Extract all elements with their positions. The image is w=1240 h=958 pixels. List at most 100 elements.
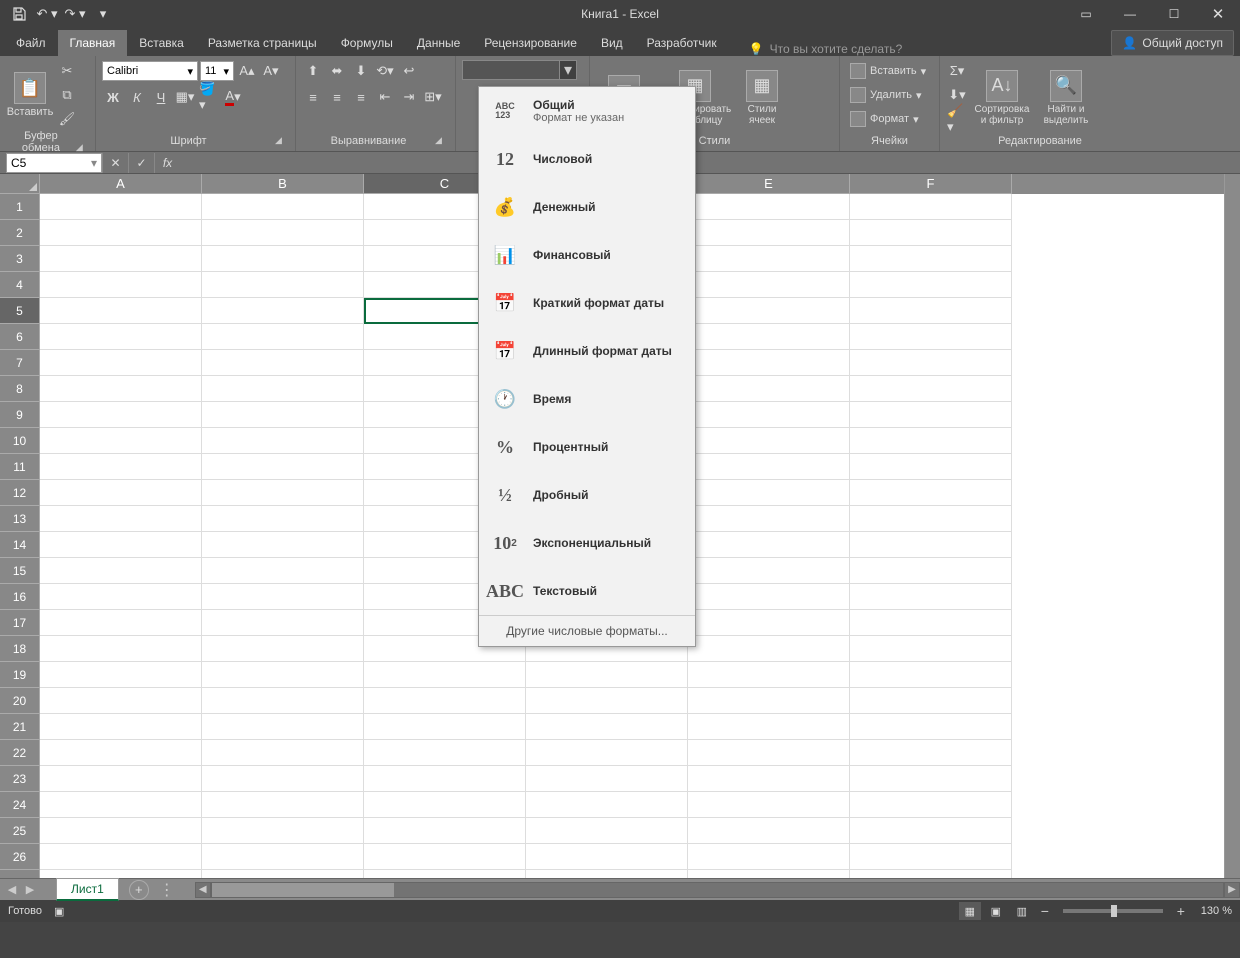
row-header[interactable]: 7: [0, 350, 40, 376]
row-header[interactable]: 3: [0, 246, 40, 272]
cell[interactable]: [850, 792, 1012, 818]
cell[interactable]: [850, 714, 1012, 740]
cell[interactable]: [364, 818, 526, 844]
indent-decrease-icon[interactable]: ⇤: [374, 86, 396, 108]
delete-cells-button[interactable]: Удалить ▾: [846, 84, 933, 106]
save-icon[interactable]: [6, 3, 32, 25]
cell[interactable]: [202, 662, 364, 688]
cell[interactable]: [202, 844, 364, 870]
sort-filter-button[interactable]: A↓ Сортировка и фильтр: [970, 60, 1034, 135]
tab-главная[interactable]: Главная: [58, 30, 128, 56]
number-format-item[interactable]: ½Дробный: [479, 471, 695, 519]
cell[interactable]: [850, 272, 1012, 298]
column-header[interactable]: F: [850, 174, 1012, 194]
column-header[interactable]: E: [688, 174, 850, 194]
cell[interactable]: [850, 584, 1012, 610]
row-header[interactable]: 26: [0, 844, 40, 870]
cell[interactable]: [688, 402, 850, 428]
align-top-icon[interactable]: ⬆: [302, 60, 324, 82]
font-name-combo[interactable]: Calibri▾: [102, 61, 198, 81]
cell[interactable]: [40, 272, 202, 298]
italic-icon[interactable]: К: [126, 86, 148, 108]
cell[interactable]: [850, 532, 1012, 558]
row-header[interactable]: 1: [0, 194, 40, 220]
row-header[interactable]: 2: [0, 220, 40, 246]
row-header[interactable]: 4: [0, 272, 40, 298]
row-header[interactable]: 22: [0, 740, 40, 766]
sheet-nav-prev-icon[interactable]: ◀: [4, 881, 20, 899]
cell[interactable]: [202, 818, 364, 844]
cell[interactable]: [688, 454, 850, 480]
number-format-item[interactable]: 💰Денежный: [479, 183, 695, 231]
row-header[interactable]: 8: [0, 376, 40, 402]
row-header[interactable]: 27: [0, 870, 40, 878]
number-format-item[interactable]: 🕐Время: [479, 375, 695, 423]
autosum-icon[interactable]: Σ▾: [946, 60, 968, 82]
cell[interactable]: [526, 662, 688, 688]
horizontal-scrollbar[interactable]: ◀ ▶: [195, 882, 1240, 898]
number-format-item[interactable]: 📅Длинный формат даты: [479, 327, 695, 375]
cell[interactable]: [202, 870, 364, 878]
tab-рецензирование[interactable]: Рецензирование: [472, 30, 589, 56]
row-header[interactable]: 23: [0, 766, 40, 792]
cell[interactable]: [688, 220, 850, 246]
share-button[interactable]: 👤Общий доступ: [1111, 30, 1234, 56]
cell[interactable]: [40, 298, 202, 324]
cell[interactable]: [202, 428, 364, 454]
close-button[interactable]: ✕: [1196, 0, 1240, 28]
qat-customize-icon[interactable]: ▾: [90, 3, 116, 25]
cell[interactable]: [850, 506, 1012, 532]
number-format-item[interactable]: %Процентный: [479, 423, 695, 471]
cell[interactable]: [40, 636, 202, 662]
macro-record-icon[interactable]: ▣: [54, 905, 64, 918]
cell[interactable]: [202, 766, 364, 792]
cell[interactable]: [850, 558, 1012, 584]
cell[interactable]: [364, 870, 526, 878]
align-center-icon[interactable]: ≡: [326, 86, 348, 108]
cell[interactable]: [688, 428, 850, 454]
cell[interactable]: [40, 194, 202, 220]
cell[interactable]: [202, 480, 364, 506]
number-format-item[interactable]: 102Экспоненциальный: [479, 519, 695, 567]
formula-input[interactable]: [184, 153, 1240, 173]
cell[interactable]: [364, 662, 526, 688]
row-header[interactable]: 11: [0, 454, 40, 480]
insert-cells-button[interactable]: Вставить ▾: [846, 60, 933, 82]
cell[interactable]: [202, 584, 364, 610]
cell[interactable]: [688, 662, 850, 688]
grow-font-icon[interactable]: A▴: [236, 60, 258, 82]
cell[interactable]: [40, 688, 202, 714]
cell[interactable]: [40, 428, 202, 454]
enter-formula-icon[interactable]: ✓: [128, 153, 154, 173]
row-header[interactable]: 15: [0, 558, 40, 584]
cell[interactable]: [850, 740, 1012, 766]
cell[interactable]: [688, 246, 850, 272]
cell[interactable]: [688, 298, 850, 324]
cell[interactable]: [850, 662, 1012, 688]
cell[interactable]: [688, 584, 850, 610]
cell[interactable]: [202, 220, 364, 246]
row-header[interactable]: 5: [0, 298, 40, 324]
number-format-item[interactable]: 📅Краткий формат даты: [479, 279, 695, 327]
align-right-icon[interactable]: ≡: [350, 86, 372, 108]
row-header[interactable]: 20: [0, 688, 40, 714]
cell[interactable]: [40, 480, 202, 506]
tab-файл[interactable]: Файл: [4, 30, 58, 56]
cell[interactable]: [850, 298, 1012, 324]
cell[interactable]: [688, 766, 850, 792]
tab-вид[interactable]: Вид: [589, 30, 635, 56]
cell[interactable]: [40, 662, 202, 688]
cell[interactable]: [364, 688, 526, 714]
cell[interactable]: [202, 740, 364, 766]
indent-increase-icon[interactable]: ⇥: [398, 86, 420, 108]
shrink-font-icon[interactable]: A▾: [260, 60, 282, 82]
cell[interactable]: [850, 610, 1012, 636]
cell[interactable]: [688, 532, 850, 558]
cell[interactable]: [688, 688, 850, 714]
zoom-out-button[interactable]: −: [1037, 903, 1053, 919]
cell[interactable]: [40, 740, 202, 766]
cell[interactable]: [40, 454, 202, 480]
cell[interactable]: [202, 506, 364, 532]
cell[interactable]: [526, 740, 688, 766]
more-number-formats[interactable]: Другие числовые форматы...: [479, 615, 695, 646]
